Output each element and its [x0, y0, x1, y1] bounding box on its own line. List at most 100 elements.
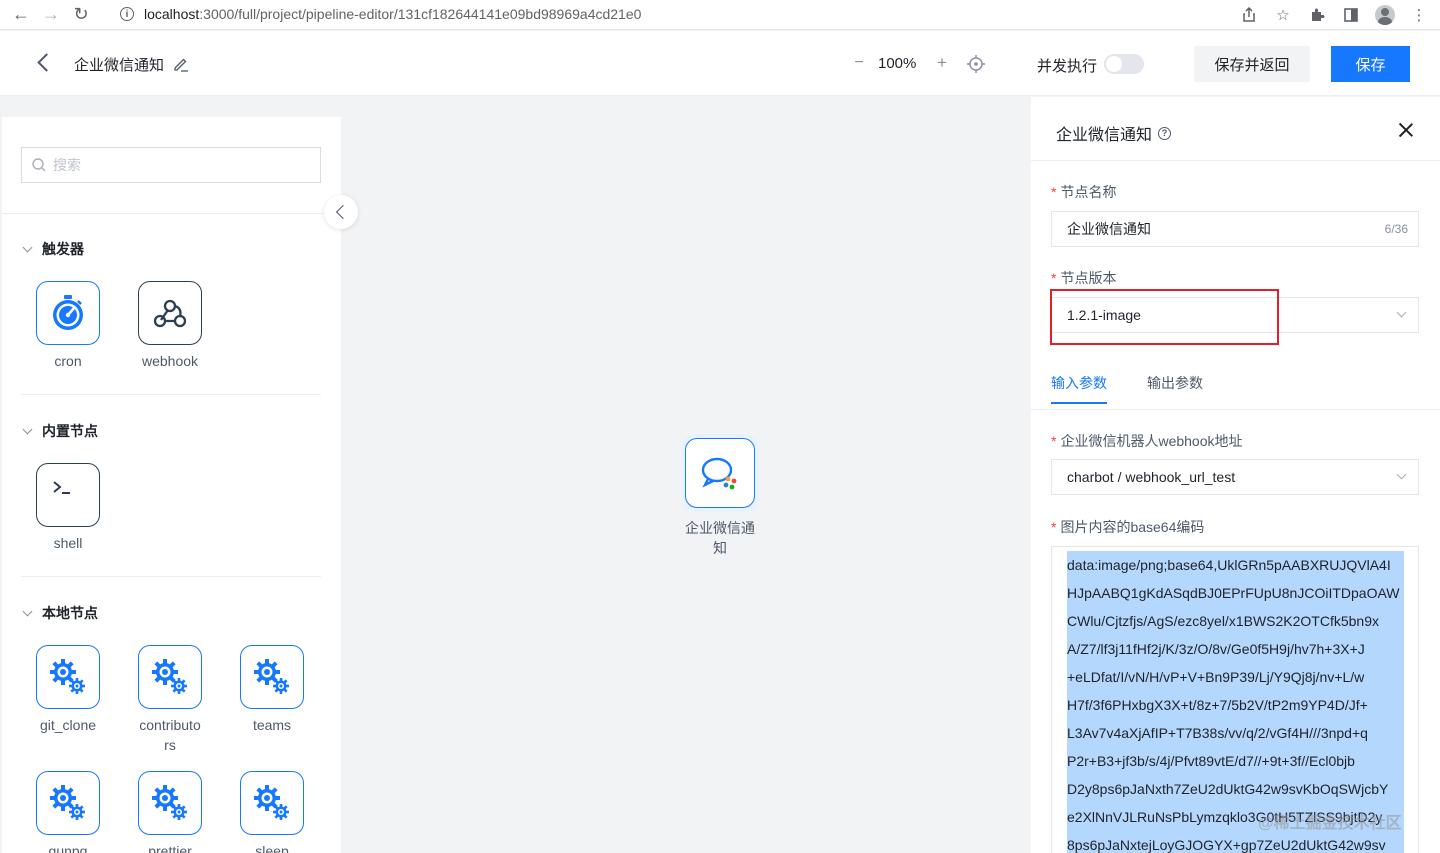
chevron-down-icon [22, 426, 32, 436]
collapse-panel-button[interactable] [324, 195, 358, 229]
browser-forward-icon[interactable]: → [36, 0, 66, 30]
section-title: 触发器 [42, 241, 84, 257]
search-icon [31, 157, 47, 173]
node-git-clone[interactable]: git_clone [28, 645, 108, 735]
node-label: git_clone [39, 717, 97, 733]
gears-icon [36, 771, 100, 835]
base64-textarea[interactable]: data:image/png;base64,UklGRn5pAABXRUJQVl… [1051, 546, 1419, 853]
browser-reload-icon[interactable]: ↻ [66, 0, 96, 30]
tab-output-params[interactable]: 输出参数 [1147, 373, 1203, 403]
webhook-value: charbot / webhook_url_test [1067, 469, 1236, 485]
watermark: @稀土掘金技术社区 [1258, 815, 1402, 832]
address-bar[interactable]: i localhost:3000/full/project/pipeline-e… [108, 2, 641, 26]
divider [2, 213, 341, 214]
browser-menu-icon[interactable]: ⋮ [1406, 2, 1432, 28]
save-and-return-button[interactable]: 保存并返回 [1194, 46, 1310, 82]
zoom-in-button[interactable]: + [933, 51, 951, 75]
back-icon[interactable] [32, 51, 56, 75]
locate-center-icon[interactable] [966, 54, 986, 74]
node-contributors[interactable]: contributors [130, 645, 210, 755]
node-label: sleep [255, 843, 289, 853]
node-label: teams [252, 717, 292, 733]
search-input[interactable] [53, 157, 303, 173]
node-cron[interactable]: cron [28, 281, 108, 371]
share-icon[interactable] [1236, 2, 1262, 28]
node-prettier[interactable]: prettier [130, 771, 210, 853]
url-path: :3000/full/project/pipeline-editor/131cf… [199, 6, 642, 22]
selected-text-line: 8ps6pJaNxtejLoyGJOGYX+gp7ZeU2dUktG42w9sv [1067, 831, 1404, 853]
tab-input-params[interactable]: 输入参数 [1051, 373, 1107, 404]
editor-header: 企业微信通知 − 100% + 并发执行 保存并返回 保存 [0, 31, 1440, 96]
selected-text-line: HJpAABQ1gKdASqdBJ0EPrFUpU8nJCOiITDpaOAW [1067, 579, 1404, 607]
node-teams[interactable]: teams [232, 645, 312, 735]
node-version-label: * 节点版本 [1051, 270, 1117, 286]
chevron-down-icon [22, 608, 32, 618]
help-icon[interactable]: ? [1158, 126, 1172, 140]
extensions-icon[interactable] [1304, 2, 1330, 28]
gears-icon [36, 645, 100, 709]
section-title: 本地节点 [42, 605, 98, 621]
panel-header: 企业微信通知 ? [1056, 121, 1172, 145]
selected-text-line: L3Av7v4aXjAfIP+T7B38s/vv/q/2/vGf4H///3np… [1067, 719, 1404, 747]
site-info-icon[interactable]: i [120, 7, 134, 21]
node-version-select[interactable]: 1.2.1-image [1051, 297, 1419, 333]
zoom-level: 100% [878, 55, 917, 72]
node-sleep[interactable]: sleep [232, 771, 312, 853]
chevron-down-icon [1396, 309, 1406, 319]
webhook-label: * 企业微信机器人webhook地址 [1051, 433, 1243, 449]
char-counter: 6/36 [1384, 222, 1408, 236]
chevron-down-icon [22, 244, 32, 254]
node-name-field[interactable]: 6/36 [1051, 211, 1419, 247]
webhook-select[interactable]: charbot / webhook_url_test [1051, 459, 1419, 495]
node-label: cron [54, 353, 82, 369]
node-label: shell [53, 535, 83, 551]
divider [21, 394, 321, 395]
gears-icon [138, 645, 202, 709]
chevron-down-icon [1396, 471, 1406, 481]
browser-toolbar: ← → ↻ i localhost:3000/full/project/pipe… [0, 0, 1440, 30]
gears-icon [240, 771, 304, 835]
node-version-value: 1.2.1-image [1067, 307, 1141, 323]
zoom-out-button[interactable]: − [850, 51, 868, 75]
selected-text-line: H7f/3f6PHxbgX3X+t/8z+7/5b2V/tP2m9YP4D/Jf… [1067, 691, 1404, 719]
search-box[interactable] [21, 147, 321, 183]
parallel-toggle[interactable] [1104, 54, 1144, 74]
node-shell[interactable]: shell [28, 463, 108, 553]
node-library-panel: 触发器 cron webhook 内置节点 shell 本地节点 git_clo… [2, 117, 341, 853]
node-label: gunpg [48, 843, 88, 853]
side-panel-icon[interactable] [1338, 2, 1364, 28]
node-name-input[interactable] [1067, 221, 1367, 237]
node-gunpg[interactable]: gunpg [28, 771, 108, 853]
browser-back-icon[interactable]: ← [6, 0, 36, 30]
section-header-builtin[interactable]: 内置节点 [22, 421, 98, 441]
selected-text-line: +eLDfat/I/vN/H/vP+V+Bn9P39/Lj/Y9Qj8j/nv+… [1067, 663, 1404, 691]
node-webhook[interactable]: webhook [130, 281, 210, 371]
parallel-label: 并发执行 [1037, 58, 1098, 75]
node-config-panel: 企业微信通知 ? *节点名称 6/36 *节点版本 1.2.1-image 输入… [1031, 97, 1440, 853]
canvas-node-wecom[interactable]: 企业微信通知 [680, 434, 760, 558]
bookmark-star-icon[interactable]: ☆ [1270, 2, 1296, 28]
base64-label: * 图片内容的base64编码 [1051, 519, 1205, 535]
edit-pencil-icon[interactable] [172, 55, 190, 73]
section-header-local[interactable]: 本地节点 [22, 603, 98, 623]
terminal-icon [36, 463, 100, 527]
selected-text-line: A/Z7/lf3j11fHf2j/K/3z/O/8v/Ge0f5H9j/hv7h… [1067, 635, 1404, 663]
webhook-icon [138, 281, 202, 345]
wecom-icon [685, 438, 755, 508]
gears-icon [138, 771, 202, 835]
node-label: webhook [141, 353, 199, 369]
close-icon[interactable] [1397, 121, 1415, 139]
gears-icon [240, 645, 304, 709]
profile-avatar-icon[interactable] [1372, 2, 1398, 28]
divider [1031, 409, 1440, 410]
stopwatch-icon [36, 281, 100, 345]
url-host: localhost [144, 6, 200, 22]
section-header-triggers[interactable]: 触发器 [22, 239, 84, 259]
section-title: 内置节点 [42, 423, 98, 439]
divider [21, 576, 321, 577]
save-button[interactable]: 保存 [1331, 46, 1410, 82]
panel-title: 企业微信通知 [1056, 127, 1153, 144]
selected-text-line: CWlu/Cjtzfjs/AgS/ezc8yel/x1BWS2K2OTCfk5b… [1067, 607, 1404, 635]
node-label: contributors [139, 717, 201, 753]
selected-text-line: P2r+B3+jf3b/s/4j/Pfvt89vtE/d7//+9t+3f//E… [1067, 747, 1404, 775]
